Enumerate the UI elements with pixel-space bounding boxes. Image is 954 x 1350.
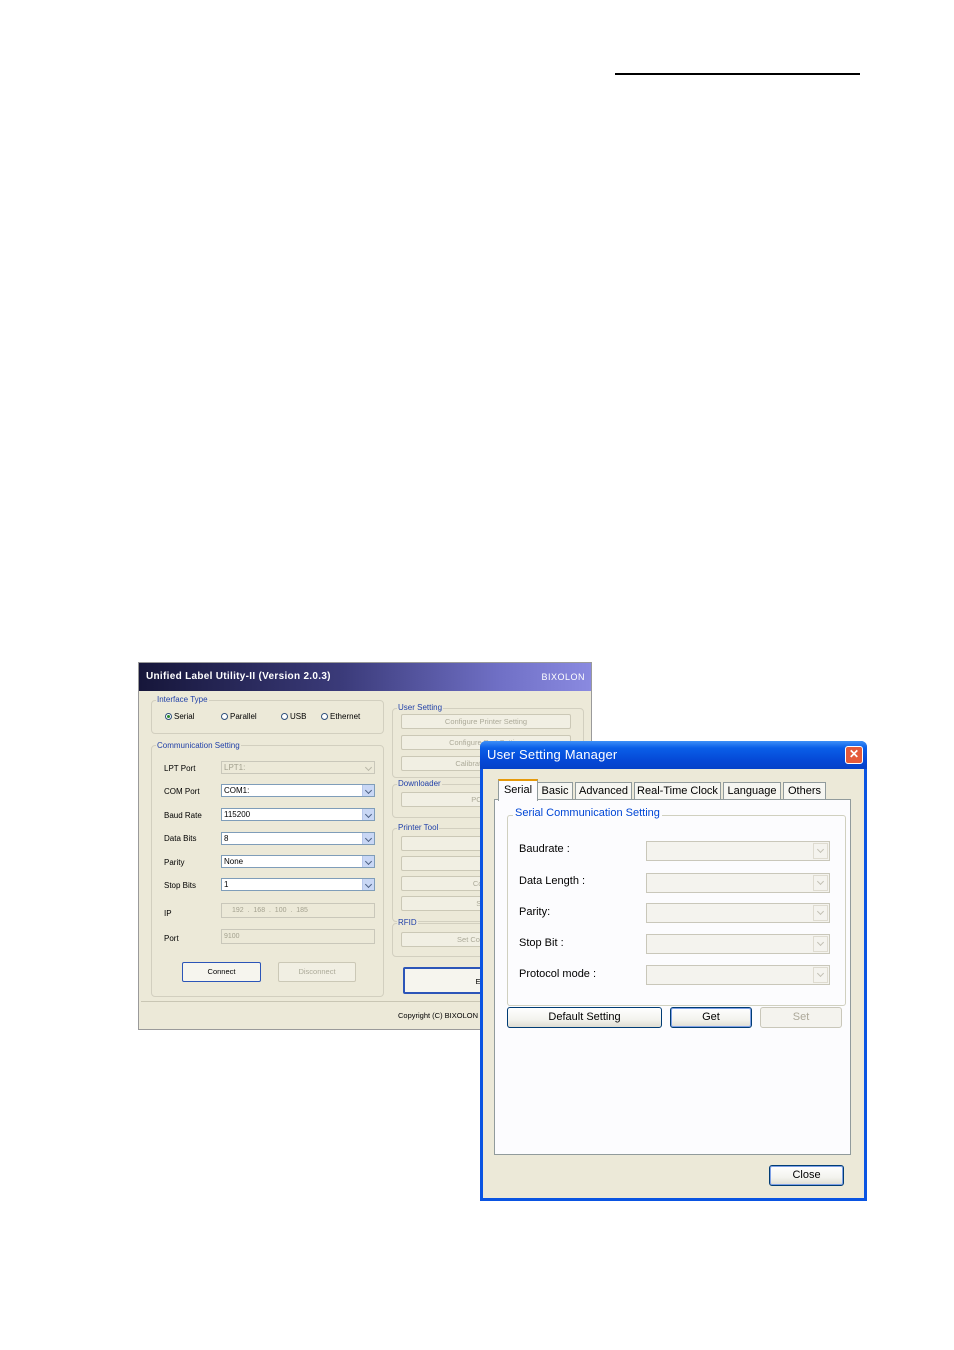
rfid-label: RFID bbox=[397, 918, 418, 927]
chevron-down-icon bbox=[362, 785, 374, 796]
dialog-body: Serial Basic Advanced Real-Time Clock La… bbox=[483, 769, 864, 1198]
radio-usb[interactable]: USB bbox=[281, 712, 306, 721]
copyright-text: Copyright (C) BIXOLON bbox=[398, 1011, 479, 1020]
radio-ethernet[interactable]: Ethernet bbox=[321, 712, 360, 721]
serial-communication-group: Baudrate : Data Length : Parity: Stop Bi… bbox=[507, 815, 846, 1006]
chevron-down-icon bbox=[362, 762, 374, 773]
chevron-down-icon bbox=[362, 879, 374, 890]
data-length-label: Data Length : bbox=[519, 875, 586, 887]
radio-selected-icon bbox=[165, 713, 172, 720]
radio-icon bbox=[221, 713, 228, 720]
data-length-select[interactable] bbox=[646, 873, 830, 893]
chevron-down-icon bbox=[813, 843, 828, 859]
chevron-down-icon bbox=[813, 936, 828, 952]
tab-serial[interactable]: Serial bbox=[498, 779, 538, 801]
chevron-down-icon bbox=[813, 905, 828, 921]
printer-tool-label: Printer Tool bbox=[397, 823, 440, 832]
com-port-label: COM Port bbox=[164, 787, 200, 796]
set-button[interactable]: Set bbox=[760, 1007, 842, 1028]
radio-icon bbox=[281, 713, 288, 720]
ip-address-field[interactable]: 192 . 168 . 100 . 185 bbox=[221, 903, 375, 918]
header-rule bbox=[615, 73, 860, 75]
communication-setting-label: Communication Setting bbox=[156, 741, 241, 750]
stop-bit-label: Stop Bit : bbox=[519, 937, 564, 949]
radio-serial[interactable]: Serial bbox=[165, 712, 194, 721]
user-setting-manager-dialog: User Setting Manager ✕ Serial Basic Adva… bbox=[480, 741, 867, 1201]
protocol-mode-label: Protocol mode : bbox=[519, 968, 597, 980]
user-setting-label: User Setting bbox=[397, 703, 444, 712]
chevron-down-icon bbox=[362, 833, 374, 844]
chevron-down-icon bbox=[362, 856, 374, 867]
disconnect-button[interactable]: Disconnect bbox=[278, 962, 356, 982]
serial-tab-pane: Baudrate : Data Length : Parity: Stop Bi… bbox=[494, 799, 851, 1155]
chevron-down-icon bbox=[813, 875, 828, 891]
title-bar: Unified Label Utility-II (Version 2.0.3)… bbox=[139, 663, 591, 691]
radio-parallel[interactable]: Parallel bbox=[221, 712, 257, 721]
default-setting-button[interactable]: Default Setting bbox=[507, 1007, 662, 1028]
port-field[interactable]: 9100 bbox=[221, 929, 375, 944]
data-bits-label: Data Bits bbox=[164, 834, 197, 843]
parity-label: Parity: bbox=[519, 906, 551, 918]
dialog-title-bar[interactable]: User Setting Manager ✕ bbox=[480, 741, 867, 769]
parity-select[interactable]: None bbox=[221, 855, 375, 868]
close-icon[interactable]: ✕ bbox=[845, 746, 863, 764]
get-button[interactable]: Get bbox=[670, 1007, 752, 1028]
tab-others[interactable]: Others bbox=[783, 782, 826, 800]
com-port-select[interactable]: COM1: bbox=[221, 784, 375, 797]
tab-advanced[interactable]: Advanced bbox=[575, 782, 632, 800]
port-label: Port bbox=[164, 934, 179, 943]
connect-button[interactable]: Connect bbox=[182, 962, 261, 982]
downloader-label: Downloader bbox=[397, 779, 442, 788]
baudrate-label: Baudrate : bbox=[519, 843, 570, 855]
stop-bits-select[interactable]: 1 bbox=[221, 878, 375, 891]
dialog-title: User Setting Manager bbox=[487, 747, 618, 762]
chevron-down-icon bbox=[813, 967, 828, 983]
baud-rate-select[interactable]: 115200 bbox=[221, 808, 375, 821]
protocol-mode-select[interactable] bbox=[646, 965, 830, 985]
interface-type-label: Interface Type bbox=[156, 695, 209, 704]
tab-real-time-clock[interactable]: Real-Time Clock bbox=[634, 782, 721, 800]
baudrate-select[interactable] bbox=[646, 841, 830, 861]
window-title: Unified Label Utility-II (Version 2.0.3) bbox=[146, 671, 331, 682]
serial-communication-label: Serial Communication Setting bbox=[513, 807, 662, 819]
stop-bits-label: Stop Bits bbox=[164, 881, 197, 890]
chevron-down-icon bbox=[362, 809, 374, 820]
ip-label: IP bbox=[164, 909, 172, 918]
brand-logo: BIXOLON bbox=[541, 672, 585, 682]
parity-select[interactable] bbox=[646, 903, 830, 923]
stop-bit-select[interactable] bbox=[646, 934, 830, 954]
lpt-port-select[interactable]: LPT1: bbox=[221, 761, 375, 774]
tab-language[interactable]: Language bbox=[723, 782, 781, 800]
lpt-port-label: LPT Port bbox=[164, 764, 196, 773]
parity-label: Parity bbox=[164, 858, 185, 867]
tab-basic[interactable]: Basic bbox=[537, 782, 573, 800]
baud-rate-label: Baud Rate bbox=[164, 811, 202, 820]
communication-setting-group bbox=[151, 745, 384, 997]
configure-printer-setting-button[interactable]: Configure Printer Setting bbox=[401, 714, 571, 729]
close-button[interactable]: Close bbox=[769, 1165, 844, 1186]
radio-icon bbox=[321, 713, 328, 720]
data-bits-select[interactable]: 8 bbox=[221, 832, 375, 845]
